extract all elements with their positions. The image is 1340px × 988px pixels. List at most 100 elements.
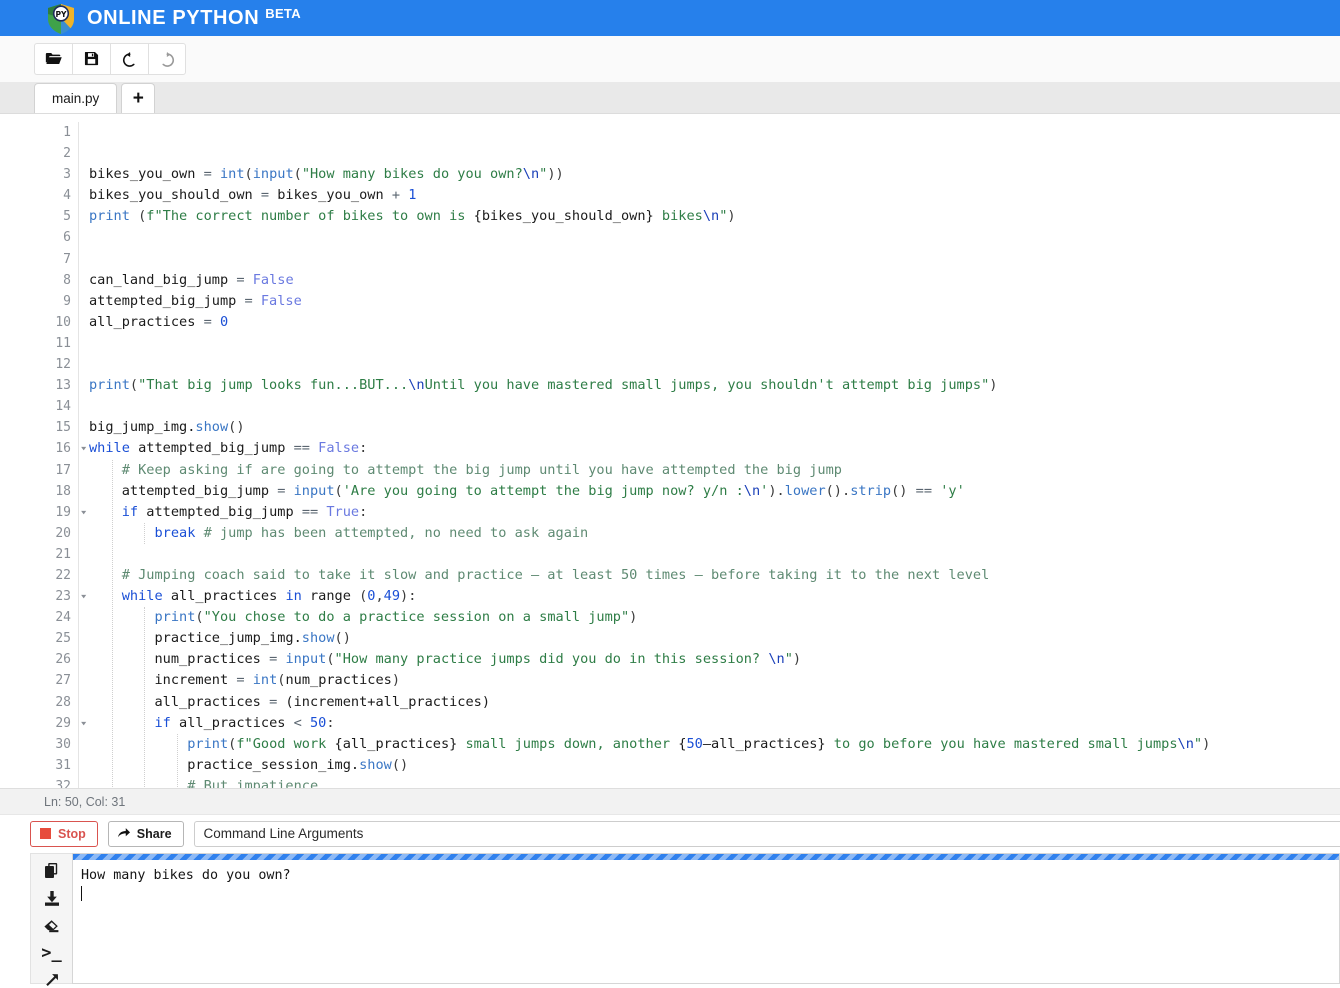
code-token: ): bbox=[400, 588, 417, 605]
code-token: () bbox=[334, 630, 351, 647]
code-line: # Keep asking if are going to attempt th… bbox=[89, 460, 1339, 481]
code-line: attempted_big_jump = False bbox=[89, 291, 1339, 312]
undo-button[interactable] bbox=[110, 42, 148, 75]
app-header: PY ONLINE PYTHON BETA bbox=[0, 0, 1340, 36]
tab-main-py[interactable]: main.py bbox=[34, 83, 118, 113]
redo-button[interactable] bbox=[148, 42, 186, 75]
indent-guide bbox=[144, 607, 146, 788]
editor-status-bar: Ln: 50, Col: 31 bbox=[0, 788, 1340, 814]
line-number: 22 bbox=[55, 567, 71, 583]
line-number: 20 bbox=[55, 525, 71, 541]
code-line: num_practices = input("How many practice… bbox=[89, 649, 1339, 670]
stop-button[interactable]: Stop bbox=[30, 820, 98, 847]
open-file-button[interactable] bbox=[34, 42, 72, 75]
code-line: attempted_big_jump = input('Are you goin… bbox=[89, 481, 1339, 502]
clear-icon[interactable] bbox=[40, 918, 64, 934]
line-number: 30 bbox=[55, 736, 71, 752]
code-token: () bbox=[228, 419, 245, 436]
command-line-arguments-input[interactable] bbox=[193, 820, 1340, 847]
output-line: How many bikes do you own? bbox=[81, 868, 291, 883]
code-token: {bikes_you_should_own} bbox=[473, 208, 654, 225]
code-token: all_practices bbox=[89, 693, 270, 710]
code-token: num_practices bbox=[285, 672, 392, 689]
code-token: input bbox=[252, 166, 294, 183]
line-number: 27 bbox=[55, 673, 71, 689]
code-token: attempted_big_jump bbox=[129, 440, 294, 457]
code-token: print bbox=[89, 208, 130, 225]
code-token: = bbox=[236, 271, 245, 288]
line-number-gutter: 1 2 3 4 5 6 7 8 9 10 11 12 13 14 15 16 ▾ 17 18 19 ▾ 20 21 22 23 ▾… bbox=[0, 122, 87, 788]
code-token: can_land_big_jump bbox=[89, 271, 237, 288]
line-number: 29 ▾ bbox=[0, 713, 87, 734]
code-token: ) bbox=[391, 672, 401, 689]
code-line: can_land_big_jump = False bbox=[89, 270, 1339, 291]
code-token: range bbox=[301, 588, 360, 605]
code-content[interactable]: bikes_you_own = int(input("How many bike… bbox=[79, 122, 1339, 788]
code-token: ) bbox=[792, 651, 802, 668]
code-token: \n bbox=[1177, 735, 1194, 752]
line-number: 5 bbox=[63, 209, 71, 225]
code-editor-area[interactable]: 1 2 3 4 5 6 7 8 9 10 11 12 13 14 15 16 ▾ 17 18 19 ▾ 20 21 22 23 ▾… bbox=[0, 114, 1340, 788]
line-number: 13 bbox=[55, 378, 71, 394]
download-icon[interactable] bbox=[40, 890, 64, 907]
code-token: < bbox=[293, 714, 302, 731]
code-line: if attempted_big_jump == True: bbox=[89, 502, 1339, 523]
code-token: {all_practices} bbox=[334, 735, 458, 752]
cursor-position-label: Ln: 50, Col: 31 bbox=[44, 794, 126, 809]
code-token: (increment+all_practices) bbox=[277, 693, 491, 710]
code-line: increment = int(num_practices) bbox=[89, 670, 1339, 691]
share-button[interactable]: Share bbox=[107, 820, 184, 847]
save-file-button[interactable] bbox=[72, 42, 110, 75]
line-number: 28 bbox=[55, 694, 71, 710]
code-token: = bbox=[236, 672, 245, 689]
stop-square-icon bbox=[40, 828, 51, 839]
line-number: 15 bbox=[55, 420, 71, 436]
app-title: ONLINE PYTHON bbox=[87, 7, 260, 29]
code-line: print("That big jump looks fun...BUT...\… bbox=[89, 375, 1339, 396]
code-token: ( bbox=[195, 609, 204, 626]
code-token: break bbox=[154, 524, 196, 541]
line-number: 14 bbox=[55, 399, 71, 415]
code-line: bikes_you_should_own = bikes_you_own + 1 bbox=[89, 185, 1339, 206]
code-line: all_practices = 0 bbox=[89, 312, 1339, 333]
code-token: strip bbox=[850, 482, 892, 499]
code-token: \n bbox=[522, 166, 540, 183]
code-token: + bbox=[391, 187, 401, 204]
online-python-logo-icon: PY bbox=[46, 3, 76, 35]
terminal-icon[interactable]: >_ bbox=[40, 945, 64, 962]
code-token: \n bbox=[702, 208, 720, 225]
code-token: (). bbox=[825, 482, 851, 499]
line-number: 8 bbox=[63, 272, 71, 288]
code-token: bikes bbox=[653, 208, 703, 225]
code-token: if bbox=[121, 503, 139, 520]
copy-icon[interactable] bbox=[40, 862, 64, 879]
stop-button-label: Stop bbox=[58, 826, 86, 841]
code-token: to go before you have mastered small jum… bbox=[825, 735, 1178, 752]
line-number: 19 ▾ bbox=[0, 502, 87, 523]
expand-icon[interactable] bbox=[40, 973, 64, 988]
svg-text:PY: PY bbox=[55, 9, 67, 18]
code-token: while bbox=[89, 440, 130, 457]
code-line: # But impatience... bbox=[89, 776, 1339, 788]
output-console[interactable]: How many bikes do you own? bbox=[72, 853, 1340, 984]
code-token: bikes_you_own bbox=[89, 166, 204, 183]
code-token: 'Are you going to attempt the big jump n… bbox=[342, 482, 744, 499]
code-token: = bbox=[203, 313, 212, 330]
add-tab-button[interactable]: + bbox=[121, 83, 156, 113]
code-token: = bbox=[260, 187, 270, 204]
code-token: 1 bbox=[408, 187, 417, 204]
editor-toolbar bbox=[0, 36, 1340, 82]
code-token: ( bbox=[129, 377, 139, 394]
line-number: 31 bbox=[55, 757, 71, 773]
